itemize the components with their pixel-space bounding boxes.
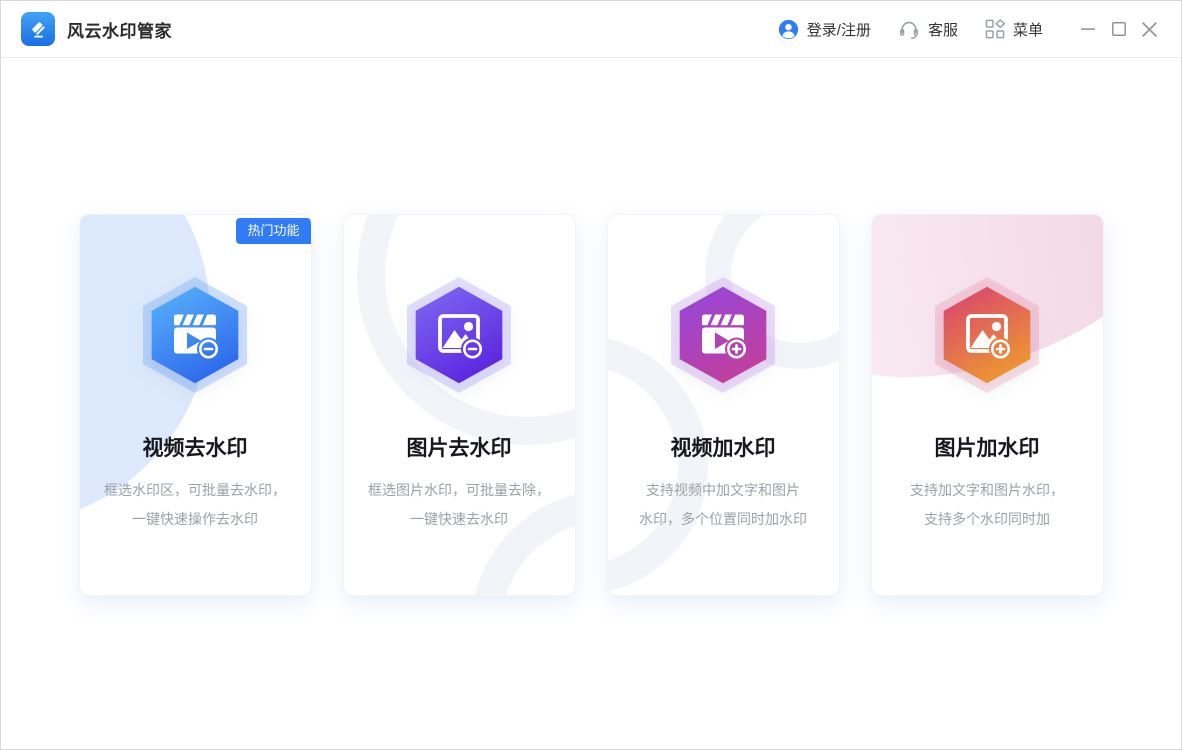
card-title: 视频去水印	[143, 435, 248, 463]
titlebar-actions: 登录/注册 客服 菜单	[778, 14, 1165, 45]
card-image-remove-watermark[interactable]: 图片去水印 框选图片水印，可批量去除， 一键快速去水印	[343, 214, 576, 596]
card-title: 图片去水印	[407, 435, 512, 463]
app-logo	[21, 12, 55, 46]
minimize-button[interactable]	[1072, 14, 1103, 45]
menu-button[interactable]: 菜单	[985, 19, 1043, 40]
close-icon	[1141, 21, 1158, 38]
card-image-add-watermark[interactable]: 图片加水印 支持加文字和图片水印， 支持多个水印同时加	[871, 214, 1104, 596]
video-add-icon	[671, 277, 775, 393]
customer-service-button[interactable]: 客服	[898, 18, 958, 40]
card-description: 框选图片水印，可批量去除， 一键快速去水印	[368, 476, 550, 534]
eraser-icon	[28, 19, 49, 40]
card-video-remove-watermark[interactable]: 热门功能	[79, 214, 312, 596]
image-add-icon	[935, 277, 1039, 393]
card-description: 框选水印区，可批量去水印， 一键快速操作去水印	[104, 476, 286, 534]
minimize-icon	[1080, 21, 1096, 37]
headset-icon	[898, 18, 920, 40]
image-remove-icon	[407, 277, 511, 393]
window-controls	[1072, 14, 1165, 45]
card-title: 视频加水印	[671, 435, 776, 463]
user-avatar-icon	[778, 19, 799, 40]
close-button[interactable]	[1134, 14, 1165, 45]
card-video-add-watermark[interactable]: 视频加水印 支持视频中加文字和图片 水印，多个位置同时加水印	[607, 214, 840, 596]
titlebar: 风云水印管家 登录/注册 客服	[1, 1, 1181, 58]
maximize-icon	[1111, 21, 1127, 37]
menu-grid-icon	[985, 19, 1005, 39]
app-title: 风云水印管家	[67, 17, 172, 42]
card-description: 支持加文字和图片水印， 支持多个水印同时加	[910, 476, 1064, 534]
customer-service-label: 客服	[928, 19, 958, 40]
hot-feature-badge: 热门功能	[236, 218, 310, 244]
app-window: 风云水印管家 登录/注册 客服	[0, 0, 1182, 750]
card-title: 图片加水印	[935, 435, 1040, 463]
login-register-button[interactable]: 登录/注册	[778, 19, 871, 40]
login-register-label: 登录/注册	[807, 19, 871, 40]
feature-cards: 热门功能	[1, 214, 1181, 596]
menu-label: 菜单	[1013, 19, 1043, 40]
card-description: 支持视频中加文字和图片 水印，多个位置同时加水印	[639, 476, 807, 534]
maximize-button[interactable]	[1103, 14, 1134, 45]
video-remove-icon	[143, 277, 247, 393]
